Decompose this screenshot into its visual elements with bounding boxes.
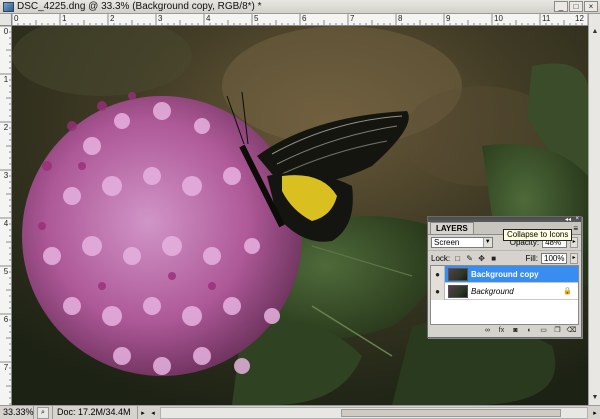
minimize-button[interactable]: _ [554, 1, 568, 12]
ruler-label: 11 [542, 14, 551, 23]
horizontal-scrollbar[interactable] [160, 406, 588, 419]
fill-input[interactable]: 100% [541, 252, 567, 264]
layer-name: Background [471, 286, 514, 296]
chevron-down-icon: ▼ [482, 238, 492, 247]
maximize-button[interactable]: □ [569, 1, 583, 12]
ruler-label: 7 [350, 14, 355, 23]
tooltip: Collapse to Icons [503, 229, 573, 241]
scroll-right-icon[interactable]: ▸ [590, 409, 600, 417]
lock-label: Lock: [431, 253, 451, 263]
scroll-down-icon[interactable]: ▼ [590, 393, 600, 403]
layers-bottom-toolbar: ∞ fx ◙ ◐ ▭ ❐ ⌫ [428, 325, 581, 337]
ruler-label: 0 [3, 27, 9, 36]
layer-thumbnail [448, 284, 468, 298]
ruler-label: 0 [14, 14, 19, 23]
ruler-label: 1 [3, 75, 9, 84]
ruler-label: 2 [110, 14, 115, 23]
window-controls: _ □ × [554, 1, 600, 12]
layer-row-background[interactable]: ● Background 🔒 [431, 282, 578, 300]
fx-icon[interactable]: fx [496, 326, 507, 336]
scroll-left-icon[interactable]: ◂ [148, 409, 158, 417]
lock-row: Lock: □ ✎ ✥ ■ Fill: 100% ▸ [428, 250, 581, 265]
mask-icon[interactable]: ◙ [510, 326, 521, 336]
document-title-bar[interactable]: DSC_4225.dng @ 33.3% (Background copy, R… [0, 0, 600, 14]
ruler-label: 8 [398, 14, 403, 23]
horizontal-scroll-thumb[interactable] [341, 408, 561, 417]
layer-name: Background copy [471, 269, 539, 279]
lock-image-icon[interactable]: ✎ [465, 254, 474, 263]
horizontal-ruler[interactable]: 0 1 2 3 4 5 6 7 8 9 10 11 12 [12, 14, 588, 26]
layer-row-background-copy[interactable]: ● Background copy [431, 265, 578, 283]
lock-transparent-icon[interactable]: □ [453, 254, 462, 263]
folder-icon[interactable]: ▭ [538, 326, 549, 336]
ruler-label: 3 [3, 171, 9, 180]
ruler-label: 12 [575, 14, 584, 23]
lock-position-icon[interactable]: ✥ [477, 254, 486, 263]
zoom-reset-icon[interactable]: ⌕ [37, 406, 49, 419]
layer-thumbnail [448, 267, 468, 281]
ruler-label: 9 [446, 14, 451, 23]
blend-mode-select[interactable]: Screen ▼ [431, 237, 493, 248]
blend-mode-value: Screen [434, 238, 460, 247]
new-layer-icon[interactable]: ❐ [552, 326, 563, 336]
ruler-label: 7 [3, 363, 9, 372]
ruler-label: 1 [62, 14, 67, 23]
close-button[interactable]: × [584, 1, 598, 12]
link-icon[interactable]: ∞ [482, 326, 493, 336]
tab-layers[interactable]: LAYERS [430, 222, 474, 234]
eye-icon[interactable]: ● [431, 282, 445, 300]
status-menu-icon[interactable]: ▸ [138, 409, 148, 417]
ruler-label: 2 [3, 123, 9, 132]
panel-menu-icon[interactable]: ≡ [573, 224, 578, 233]
ruler-label: 4 [206, 14, 211, 23]
vertical-scrollbar[interactable]: ▲ ▼ [588, 14, 600, 405]
ruler-label: 6 [302, 14, 307, 23]
ruler-label: 5 [254, 14, 259, 23]
document-icon [3, 1, 14, 12]
fill-label: Fill: [525, 253, 538, 263]
ruler-label: 10 [494, 14, 503, 23]
scroll-up-icon[interactable]: ▲ [590, 27, 600, 37]
ruler-label: 4 [3, 219, 9, 228]
ruler-label: 6 [3, 315, 9, 324]
layer-list: ● Background copy ● Background 🔒 [430, 265, 579, 325]
vertical-ruler[interactable]: 0 1 2 3 4 5 6 7 [0, 26, 12, 405]
document-size-info: Doc: 17.2M/34.4M [52, 406, 138, 419]
ruler-origin[interactable] [0, 14, 12, 26]
lock-all-icon[interactable]: ■ [489, 254, 498, 263]
fill-slider-icon[interactable]: ▸ [570, 252, 578, 264]
lock-icon: 🔒 [563, 288, 572, 295]
trash-icon[interactable]: ⌫ [566, 326, 577, 336]
eye-icon[interactable]: ● [431, 265, 445, 283]
status-bar: 33.33% ⌕ Doc: 17.2M/34.4M ▸ ◂ ▸ [0, 405, 600, 419]
ruler-label: 5 [3, 267, 9, 276]
adjustment-icon[interactable]: ◐ [524, 326, 535, 336]
ruler-label: 3 [158, 14, 163, 23]
zoom-level[interactable]: 33.33% [0, 406, 34, 419]
document-title: DSC_4225.dng @ 33.3% (Background copy, R… [17, 1, 262, 12]
